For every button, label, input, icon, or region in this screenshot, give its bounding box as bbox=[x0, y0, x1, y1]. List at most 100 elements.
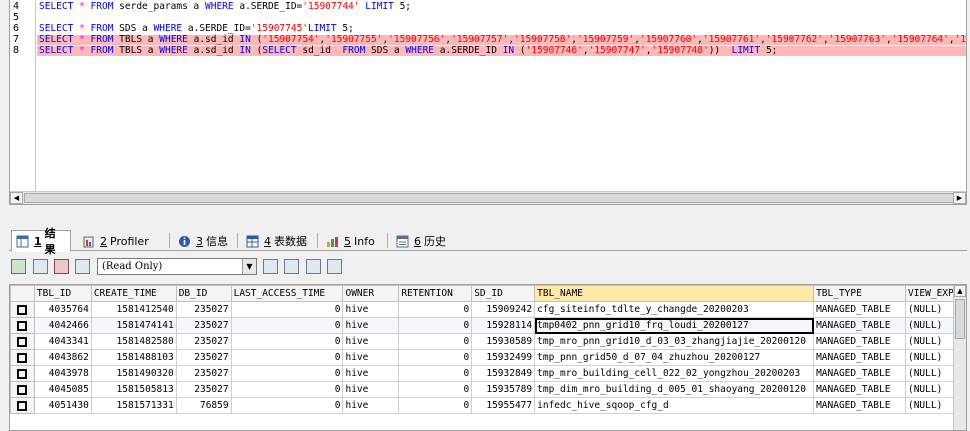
table-cell-last-access-time[interactable]: 0 bbox=[230, 317, 344, 334]
table-cell-retention[interactable]: 0 bbox=[398, 301, 473, 318]
table-cell-last-access-time[interactable]: 0 bbox=[230, 349, 344, 366]
table-cell-tbl-id[interactable]: 4045085 bbox=[33, 381, 92, 398]
row-checkbox-icon[interactable] bbox=[17, 400, 28, 411]
table-cell-last-access-time[interactable]: 0 bbox=[230, 365, 344, 382]
table-cell-sd-id[interactable]: 15935789 bbox=[471, 381, 536, 398]
row-checkbox-icon[interactable] bbox=[17, 368, 28, 379]
table-cell-sd-id[interactable]: 15909242 bbox=[471, 301, 536, 318]
code-line[interactable]: SELECT * FROM serde_params a WHERE a.SER… bbox=[37, 2, 411, 12]
delete-row-icon[interactable] bbox=[306, 259, 321, 274]
export-icon[interactable] bbox=[33, 259, 48, 274]
table-row[interactable]: 4035764 1581412540 235027 0 hive 0 15909242 cfg… bbox=[10, 301, 966, 318]
row-selector[interactable] bbox=[10, 365, 35, 382]
table-cell-tbl-type[interactable]: MANAGED_TABLE bbox=[813, 301, 906, 318]
table-cell-sd-id[interactable]: 15932849 bbox=[471, 365, 536, 382]
table-cell-last-access-time[interactable]: 0 bbox=[230, 381, 344, 398]
table-cell-tbl-id[interactable]: 4042466 bbox=[33, 317, 92, 334]
chevron-down-icon[interactable]: ▼ bbox=[242, 259, 256, 274]
table-cell-owner[interactable]: hive bbox=[342, 381, 400, 398]
table-cell-db-id[interactable]: 76859 bbox=[175, 397, 232, 414]
table-cell-db-id[interactable]: 235027 bbox=[175, 301, 232, 318]
row-selector[interactable] bbox=[10, 381, 35, 398]
table-row[interactable]: 4043978 1581490320 235027 0 hive 0 15932849 tmp… bbox=[10, 365, 966, 382]
tab-info-chart[interactable]: 5 Info bbox=[321, 231, 380, 251]
table-cell-sd-id[interactable]: 15928114 bbox=[471, 317, 536, 334]
add-row-icon[interactable] bbox=[263, 259, 278, 274]
table-row[interactable]: 4043341 1581482580 235027 0 hive 0 15930589 tmp… bbox=[10, 333, 966, 350]
code-line-selected[interactable]: SELECT * FROM TBLS a WHERE a.sd_id IN ('… bbox=[37, 35, 966, 45]
table-cell-tbl-type[interactable]: MANAGED_TABLE bbox=[813, 333, 906, 350]
table-cell-create-time[interactable]: 1581482580 bbox=[90, 333, 177, 350]
table-cell-owner[interactable]: hive bbox=[342, 349, 400, 366]
column-header[interactable]: TBL_TYPE bbox=[813, 285, 906, 302]
table-cell-retention[interactable]: 0 bbox=[398, 397, 473, 414]
row-checkbox-icon[interactable] bbox=[17, 384, 28, 395]
table-cell-owner[interactable]: hive bbox=[342, 397, 400, 414]
table-cell-retention[interactable]: 0 bbox=[398, 333, 473, 350]
editor-horizontal-scrollbar[interactable]: ◀ ▶ bbox=[10, 191, 966, 204]
table-cell-owner[interactable]: hive bbox=[342, 333, 400, 350]
sql-editor[interactable]: 4 5 6 7 8 SELECT * FROM serde_params a W… bbox=[9, 0, 967, 205]
row-selector[interactable] bbox=[10, 301, 35, 318]
scroll-right-arrow-icon[interactable]: ▶ bbox=[953, 192, 966, 204]
table-cell-last-access-time[interactable]: 0 bbox=[230, 301, 344, 318]
tab-info[interactable]: 3 信息 bbox=[173, 231, 233, 251]
table-cell-create-time[interactable]: 1581490320 bbox=[90, 365, 177, 382]
table-cell-retention[interactable]: 0 bbox=[398, 317, 473, 334]
table-cell-db-id[interactable]: 235027 bbox=[175, 333, 232, 350]
scrollbar-thumb[interactable] bbox=[24, 193, 954, 203]
table-row[interactable]: 4051430 1581571331 76859 0 hive 0 15955477 infe… bbox=[10, 397, 966, 414]
tab-results[interactable]: 1 结果 bbox=[11, 227, 71, 256]
table-cell-tbl-id[interactable]: 4043862 bbox=[33, 349, 92, 366]
code-line[interactable]: SELECT * FROM SDS a WHERE a.SERDE_ID='15… bbox=[37, 24, 354, 34]
tab-table-data[interactable]: 4 表数据 bbox=[241, 231, 312, 251]
table-cell-tbl-name[interactable]: tmp_dim_mro_building_d_005_01_shaoyang_2… bbox=[534, 381, 815, 398]
result-mode-select[interactable]: (Read Only) ▼ bbox=[97, 258, 257, 275]
table-cell-retention[interactable]: 0 bbox=[398, 349, 473, 366]
table-cell-db-id[interactable]: 235027 bbox=[175, 317, 232, 334]
scrollbar-thumb[interactable] bbox=[955, 299, 965, 339]
column-header[interactable]: RETENTION bbox=[398, 285, 473, 302]
table-cell-sd-id[interactable]: 15955477 bbox=[471, 397, 536, 414]
table-cell-db-id[interactable]: 235027 bbox=[175, 365, 232, 382]
column-header[interactable]: LAST_ACCESS_TIME bbox=[230, 285, 344, 302]
table-cell-create-time[interactable]: 1581488103 bbox=[90, 349, 177, 366]
row-checkbox-icon[interactable] bbox=[17, 304, 28, 315]
row-selector[interactable] bbox=[10, 317, 35, 334]
save-icon[interactable] bbox=[75, 259, 90, 274]
tab-profiler[interactable]: 2 Profiler bbox=[77, 231, 154, 251]
table-cell-owner[interactable]: hive bbox=[342, 317, 400, 334]
save-changes-icon[interactable] bbox=[284, 259, 299, 274]
table-cell-retention[interactable]: 0 bbox=[398, 365, 473, 382]
tab-history[interactable]: 6 历史 bbox=[391, 231, 451, 251]
row-checkbox-icon[interactable] bbox=[17, 320, 28, 331]
table-row[interactable]: 4042466 1581474141 235027 0 hive 0 15928114 tmp… bbox=[10, 317, 966, 334]
result-grid[interactable]: TBL_ID CREATE_TIME DB_ID LAST_ACCESS_TIM… bbox=[9, 284, 967, 431]
scroll-up-arrow-icon[interactable]: ▲ bbox=[954, 285, 966, 297]
table-cell-create-time[interactable]: 1581505813 bbox=[90, 381, 177, 398]
table-cell-create-time[interactable]: 1581474141 bbox=[90, 317, 177, 334]
table-cell-tbl-id[interactable]: 4043341 bbox=[33, 333, 92, 350]
table-row[interactable]: 4043862 1581488103 235027 0 hive 0 15932499 tmp… bbox=[10, 349, 966, 366]
table-cell-tbl-type[interactable]: MANAGED_TABLE bbox=[813, 317, 906, 334]
table-cell-owner[interactable]: hive bbox=[342, 301, 400, 318]
column-header[interactable]: SD_ID bbox=[471, 285, 536, 302]
table-cell-create-time[interactable]: 1581412540 bbox=[90, 301, 177, 318]
refresh-icon[interactable] bbox=[327, 259, 342, 274]
column-header[interactable]: DB_ID bbox=[175, 285, 232, 302]
table-cell-tbl-name[interactable]: tmp_mro_building_cell_022_02_yongzhou_20… bbox=[534, 365, 815, 382]
table-cell-tbl-name[interactable]: tmp_mro_pnn_grid10_d_03_03_zhangjiajie_2… bbox=[534, 333, 815, 350]
table-cell-tbl-type[interactable]: MANAGED_TABLE bbox=[813, 397, 906, 414]
table-cell-tbl-id[interactable]: 4043978 bbox=[33, 365, 92, 382]
row-selector[interactable] bbox=[10, 333, 35, 350]
table-cell-tbl-name[interactable]: tmp0402_pnn_grid10_frq_loudi_20200127 bbox=[534, 317, 815, 334]
row-selector[interactable] bbox=[10, 349, 35, 366]
table-cell-tbl-id[interactable]: 4035764 bbox=[33, 301, 92, 318]
row-checkbox-icon[interactable] bbox=[17, 352, 28, 363]
import-icon[interactable] bbox=[11, 259, 26, 274]
table-row[interactable]: 4045085 1581505813 235027 0 hive 0 15935789 tmp… bbox=[10, 381, 966, 398]
table-cell-last-access-time[interactable]: 0 bbox=[230, 333, 344, 350]
table-cell-sd-id[interactable]: 15932499 bbox=[471, 349, 536, 366]
table-cell-tbl-name[interactable]: infedc_hive_sqoop_cfg_d bbox=[534, 397, 815, 414]
code-line-selected[interactable]: SELECT * FROM TBLS a WHERE a.sd_id IN (S… bbox=[37, 46, 966, 56]
